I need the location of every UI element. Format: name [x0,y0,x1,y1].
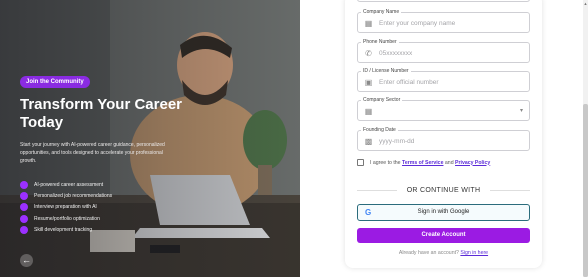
id-card-icon: ▣ [364,78,373,87]
license-label: ID / License Number [361,68,411,75]
feature-item: Interview preparation with AI [20,202,112,213]
back-arrow-icon[interactable]: ← [20,254,33,267]
bullet-dot-icon [20,180,28,189]
feature-item: Skill development tracking [20,225,112,236]
hero-subtitle: Start your journey with AI-powered caree… [20,142,165,164]
license-placeholder: Enter official number [379,79,439,86]
company-name-field[interactable]: Company Name ▦ Enter your company name [357,9,530,33]
calendar-icon: ▩ [364,137,373,146]
phone-label: Phone Number [361,39,399,46]
company-name-placeholder: Enter your company name [379,20,456,27]
hero-title: Transform Your Career Today [20,96,183,131]
previous-field[interactable] [357,0,530,2]
terms-checkbox[interactable] [357,159,364,166]
company-name-label: Company Name [361,9,402,16]
or-divider: OR CONTINUE WITH [357,187,531,194]
terms-row: I agree to the Terms of Service and Priv… [357,159,490,166]
feature-list: AI-powered career assessment Personalize… [20,179,112,236]
page-scrollbar[interactable]: ▲ [583,0,588,277]
feature-item: Personalized job recommendations [20,190,112,201]
hero-panel: Join the Community Transform Your Career… [0,0,300,277]
signin-prefix: Already have an account? [398,250,459,256]
create-account-button[interactable]: Create Account [357,228,530,243]
bullet-dot-icon [20,226,28,235]
license-field[interactable]: ID / License Number ▣ Enter official num… [357,68,530,92]
terms-prefix: I agree to the [370,159,401,166]
sector-label: Company Sector [361,97,403,104]
divider-text: OR CONTINUE WITH [406,187,481,194]
bullet-dot-icon [20,203,28,212]
sector-select[interactable]: Company Sector ▦ ▾ [357,97,530,121]
google-icon: G [365,208,372,217]
signup-card: Company Name ▦ Enter your company name P… [345,0,542,268]
google-button-label: Sign in with Google [417,209,470,215]
signin-link[interactable]: Sign in here [460,250,488,256]
founding-date-label: Founding Date [361,127,398,134]
bullet-dot-icon [20,214,28,223]
feature-item: Resume/portfolio optimization [20,213,112,224]
privacy-policy-link[interactable]: Privacy Policy [455,160,490,166]
terms-and: and [444,159,454,166]
chevron-down-icon: ▾ [519,108,523,114]
phone-field[interactable]: Phone Number ✆ 05xxxxxxxx [357,39,530,63]
founding-date-placeholder: yyyy-mm-dd [379,138,415,145]
scroll-up-icon[interactable]: ▲ [583,1,588,6]
terms-of-service-link[interactable]: Terms of Service [402,160,443,166]
signin-row: Already have an account? Sign in here [345,250,542,256]
community-badge: Join the Community [20,76,90,88]
feature-item: AI-powered career assessment [20,179,112,190]
phone-icon: ✆ [365,49,372,58]
scrollbar-thumb[interactable] [583,104,588,277]
bullet-dot-icon [20,192,28,201]
phone-placeholder: 05xxxxxxxx [379,50,413,57]
google-signin-button[interactable]: G Sign in with Google [357,204,530,221]
building-icon: ▦ [364,107,373,116]
founding-date-field[interactable]: Founding Date ▩ yyyy-mm-dd [357,127,530,151]
building-icon: ▦ [364,19,373,28]
